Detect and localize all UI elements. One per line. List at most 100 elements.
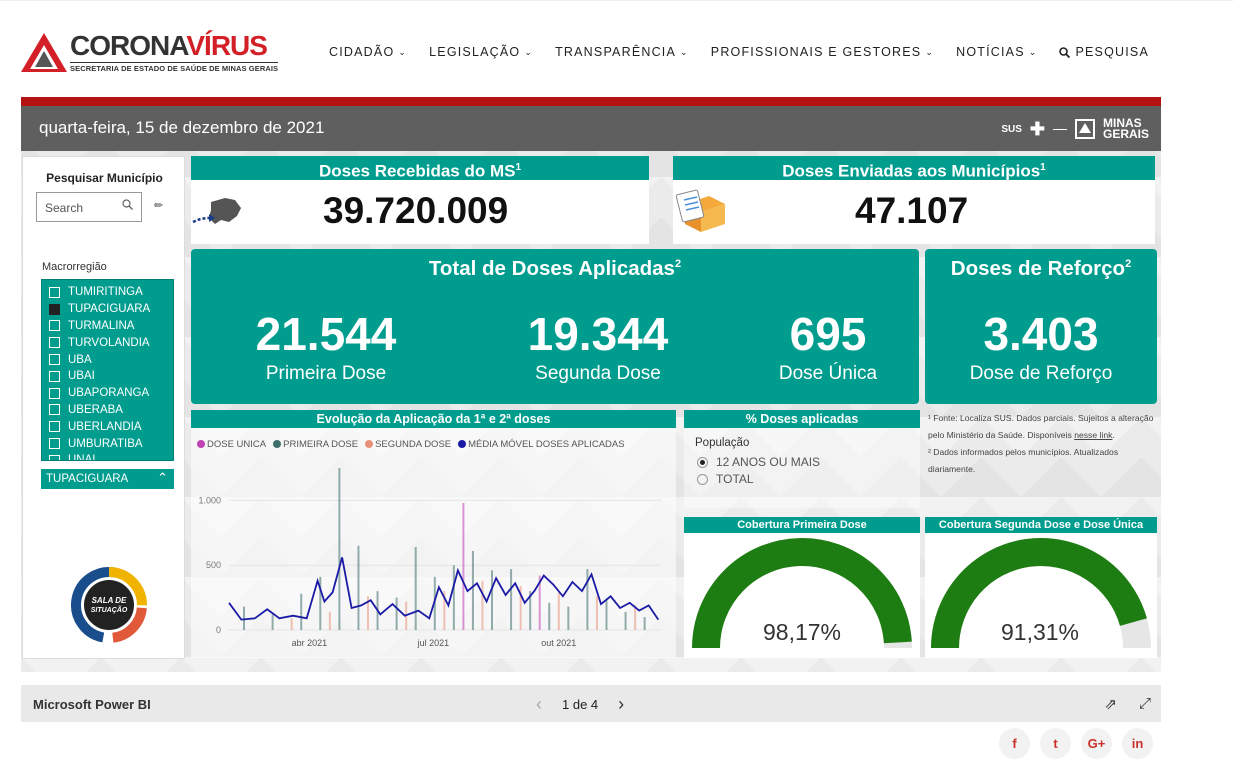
checkbox[interactable] xyxy=(49,354,60,366)
eraser-icon[interactable]: ✏ xyxy=(154,199,163,212)
twitter-icon[interactable]: t xyxy=(1040,728,1071,759)
chart-bar[interactable] xyxy=(338,468,341,630)
cobertura-segunda-title: Cobertura Segunda Dose e Dose Única xyxy=(925,517,1157,533)
chart-bar[interactable] xyxy=(567,606,570,630)
checkbox[interactable] xyxy=(49,387,60,399)
chart-bar[interactable] xyxy=(491,570,494,630)
checkbox[interactable] xyxy=(49,421,60,433)
minas-gerais-logo: MINAS GERAIS xyxy=(1102,117,1149,141)
municipio-item[interactable]: TURVOLANDIA xyxy=(42,334,173,351)
search-icon[interactable] xyxy=(122,199,133,210)
municipio-item[interactable]: UBAPORANGA xyxy=(42,385,173,402)
chart-bar[interactable] xyxy=(271,614,274,630)
nav-item-noticias[interactable]: NOTÍCIAS ⌄ xyxy=(956,45,1037,59)
coronavirus-logo[interactable]: CORONAVÍRUS SECRETARIA DE ESTADO DE SAÚD… xyxy=(20,31,279,73)
municipio-item[interactable]: UBERLANDIA xyxy=(42,418,173,435)
share-icon[interactable]: ⇗ xyxy=(1104,695,1117,713)
nav-item-transparencia[interactable]: TRANSPARÊNCIA ⌄ xyxy=(555,45,689,59)
chevron-down-icon: ⌄ xyxy=(524,46,534,57)
powerbi-brand-link[interactable]: Microsoft Power BI xyxy=(33,697,151,712)
chart-bar[interactable] xyxy=(328,611,331,630)
google-plus-icon[interactable]: G+ xyxy=(1081,728,1112,759)
chart-bar[interactable] xyxy=(586,569,589,630)
chart-bar[interactable] xyxy=(595,596,598,630)
municipio-item[interactable]: UBERABA xyxy=(42,402,173,419)
footnote-mark: 1 xyxy=(515,162,522,173)
checkbox[interactable] xyxy=(49,404,60,416)
municipio-item[interactable]: UNAI xyxy=(42,452,173,460)
municipio-item[interactable]: UBAI xyxy=(42,368,173,385)
legend-label: MÉDIA MÓVEL DOSES APLICADAS xyxy=(468,439,625,450)
chart-bar[interactable] xyxy=(510,569,513,630)
legend-item[interactable]: DOSE UNICA xyxy=(197,439,266,450)
municipio-item[interactable]: UBA xyxy=(42,351,173,368)
nav-item-legislacao[interactable]: LEGISLAÇÃO ⌄ xyxy=(429,45,533,59)
chart-bar[interactable] xyxy=(290,618,293,630)
chart-bar[interactable] xyxy=(462,502,465,630)
checkbox[interactable] xyxy=(49,370,60,382)
municipio-item[interactable]: TUPACIGUARA xyxy=(42,301,173,318)
radio-total[interactable]: TOTAL xyxy=(697,472,754,486)
legend-item[interactable]: SEGUNDA DOSE xyxy=(365,439,451,450)
facebook-icon[interactable]: f xyxy=(999,728,1030,759)
gerais-text: GERAIS xyxy=(1102,127,1149,141)
checkbox[interactable] xyxy=(49,337,60,349)
chart-bar[interactable] xyxy=(357,545,360,630)
nav-item-cidadao[interactable]: CIDADÃO ⌄ xyxy=(329,45,407,59)
prev-page-icon[interactable]: ‹ xyxy=(536,694,542,715)
selected-municipio-dropdown[interactable]: TUPACIGUARA ⌃ xyxy=(41,469,174,489)
search-placeholder: Search xyxy=(45,201,84,215)
municipio-label: UMBURATIBA xyxy=(68,437,143,450)
chart-bar[interactable] xyxy=(300,593,303,630)
chart-bar[interactable] xyxy=(634,605,637,630)
fullscreen-icon[interactable]: ⤢ xyxy=(1139,695,1151,713)
checkbox[interactable] xyxy=(49,286,60,298)
chart-bar[interactable] xyxy=(624,611,627,630)
municipio-item[interactable]: TURMALINA xyxy=(42,318,173,335)
chart-bar[interactable] xyxy=(605,600,608,630)
evolucao-chart[interactable]: 0 500 1.000 abr 2021 jul 2021 out 2021 xyxy=(191,458,676,658)
legend-item[interactable]: MÉDIA MÓVEL DOSES APLICADAS xyxy=(458,439,625,450)
nav-item-profissionais[interactable]: PROFISSIONAIS E GESTORES ⌄ xyxy=(711,45,934,59)
nav-label: PROFISSIONAIS E GESTORES xyxy=(710,45,922,59)
social-links: f t G+ in xyxy=(999,728,1153,759)
checkbox[interactable] xyxy=(49,454,60,460)
legend-label: PRIMEIRA DOSE xyxy=(283,439,359,450)
radio-unselected-icon[interactable] xyxy=(697,473,708,485)
chart-bar[interactable] xyxy=(395,597,398,630)
nav-label: CIDADÃO xyxy=(329,45,395,59)
municipio-label: TUMIRITINGA xyxy=(68,286,143,299)
doses-enviadas-value: 47.107 xyxy=(855,190,969,231)
chart-bar[interactable] xyxy=(452,565,455,630)
chart-bar[interactable] xyxy=(548,602,551,630)
footnote-link[interactable]: nesse link xyxy=(1074,430,1112,440)
linkedin-icon[interactable]: in xyxy=(1122,728,1153,759)
radio-selected-icon[interactable] xyxy=(697,456,708,468)
legend-dot-icon xyxy=(273,440,282,448)
chart-bar[interactable] xyxy=(414,547,417,630)
footnote-mark: 2 xyxy=(674,258,682,271)
legend-item[interactable]: PRIMEIRA DOSE xyxy=(273,439,358,450)
legend-label: DOSE UNICA xyxy=(207,439,267,450)
nav-search[interactable]: PESQUISA xyxy=(1059,45,1149,59)
chevron-up-icon[interactable]: ⌃ xyxy=(157,470,168,486)
checkbox[interactable] xyxy=(49,320,60,332)
chart-bar[interactable] xyxy=(242,606,245,630)
radio-12-anos[interactable]: 12 ANOS OU MAIS xyxy=(697,455,820,469)
nav-label: NOTÍCIAS xyxy=(956,45,1025,59)
municipio-item[interactable]: TUMIRITINGA xyxy=(42,284,173,301)
municipio-search-input[interactable]: Search xyxy=(36,192,142,222)
chart-bar[interactable] xyxy=(557,592,560,630)
chart-bar[interactable] xyxy=(481,580,484,630)
reforco-title: Doses de Reforço2 xyxy=(925,257,1157,281)
municipio-item[interactable]: UMBURATIBA xyxy=(42,435,173,452)
checkbox[interactable] xyxy=(49,438,60,450)
checkbox[interactable] xyxy=(49,303,60,315)
footnote-mark: 2 xyxy=(1125,258,1132,271)
segunda-dose-value: 19.344 xyxy=(527,308,669,360)
chart-bar[interactable] xyxy=(643,617,646,630)
report-tools: ⇗ ⤢ xyxy=(1104,695,1151,713)
chart-bar[interactable] xyxy=(471,550,474,630)
next-page-icon[interactable]: › xyxy=(618,694,624,715)
footnote-1: ¹ Fonte: Localiza SUS. Dados parciais. S… xyxy=(928,413,1154,440)
